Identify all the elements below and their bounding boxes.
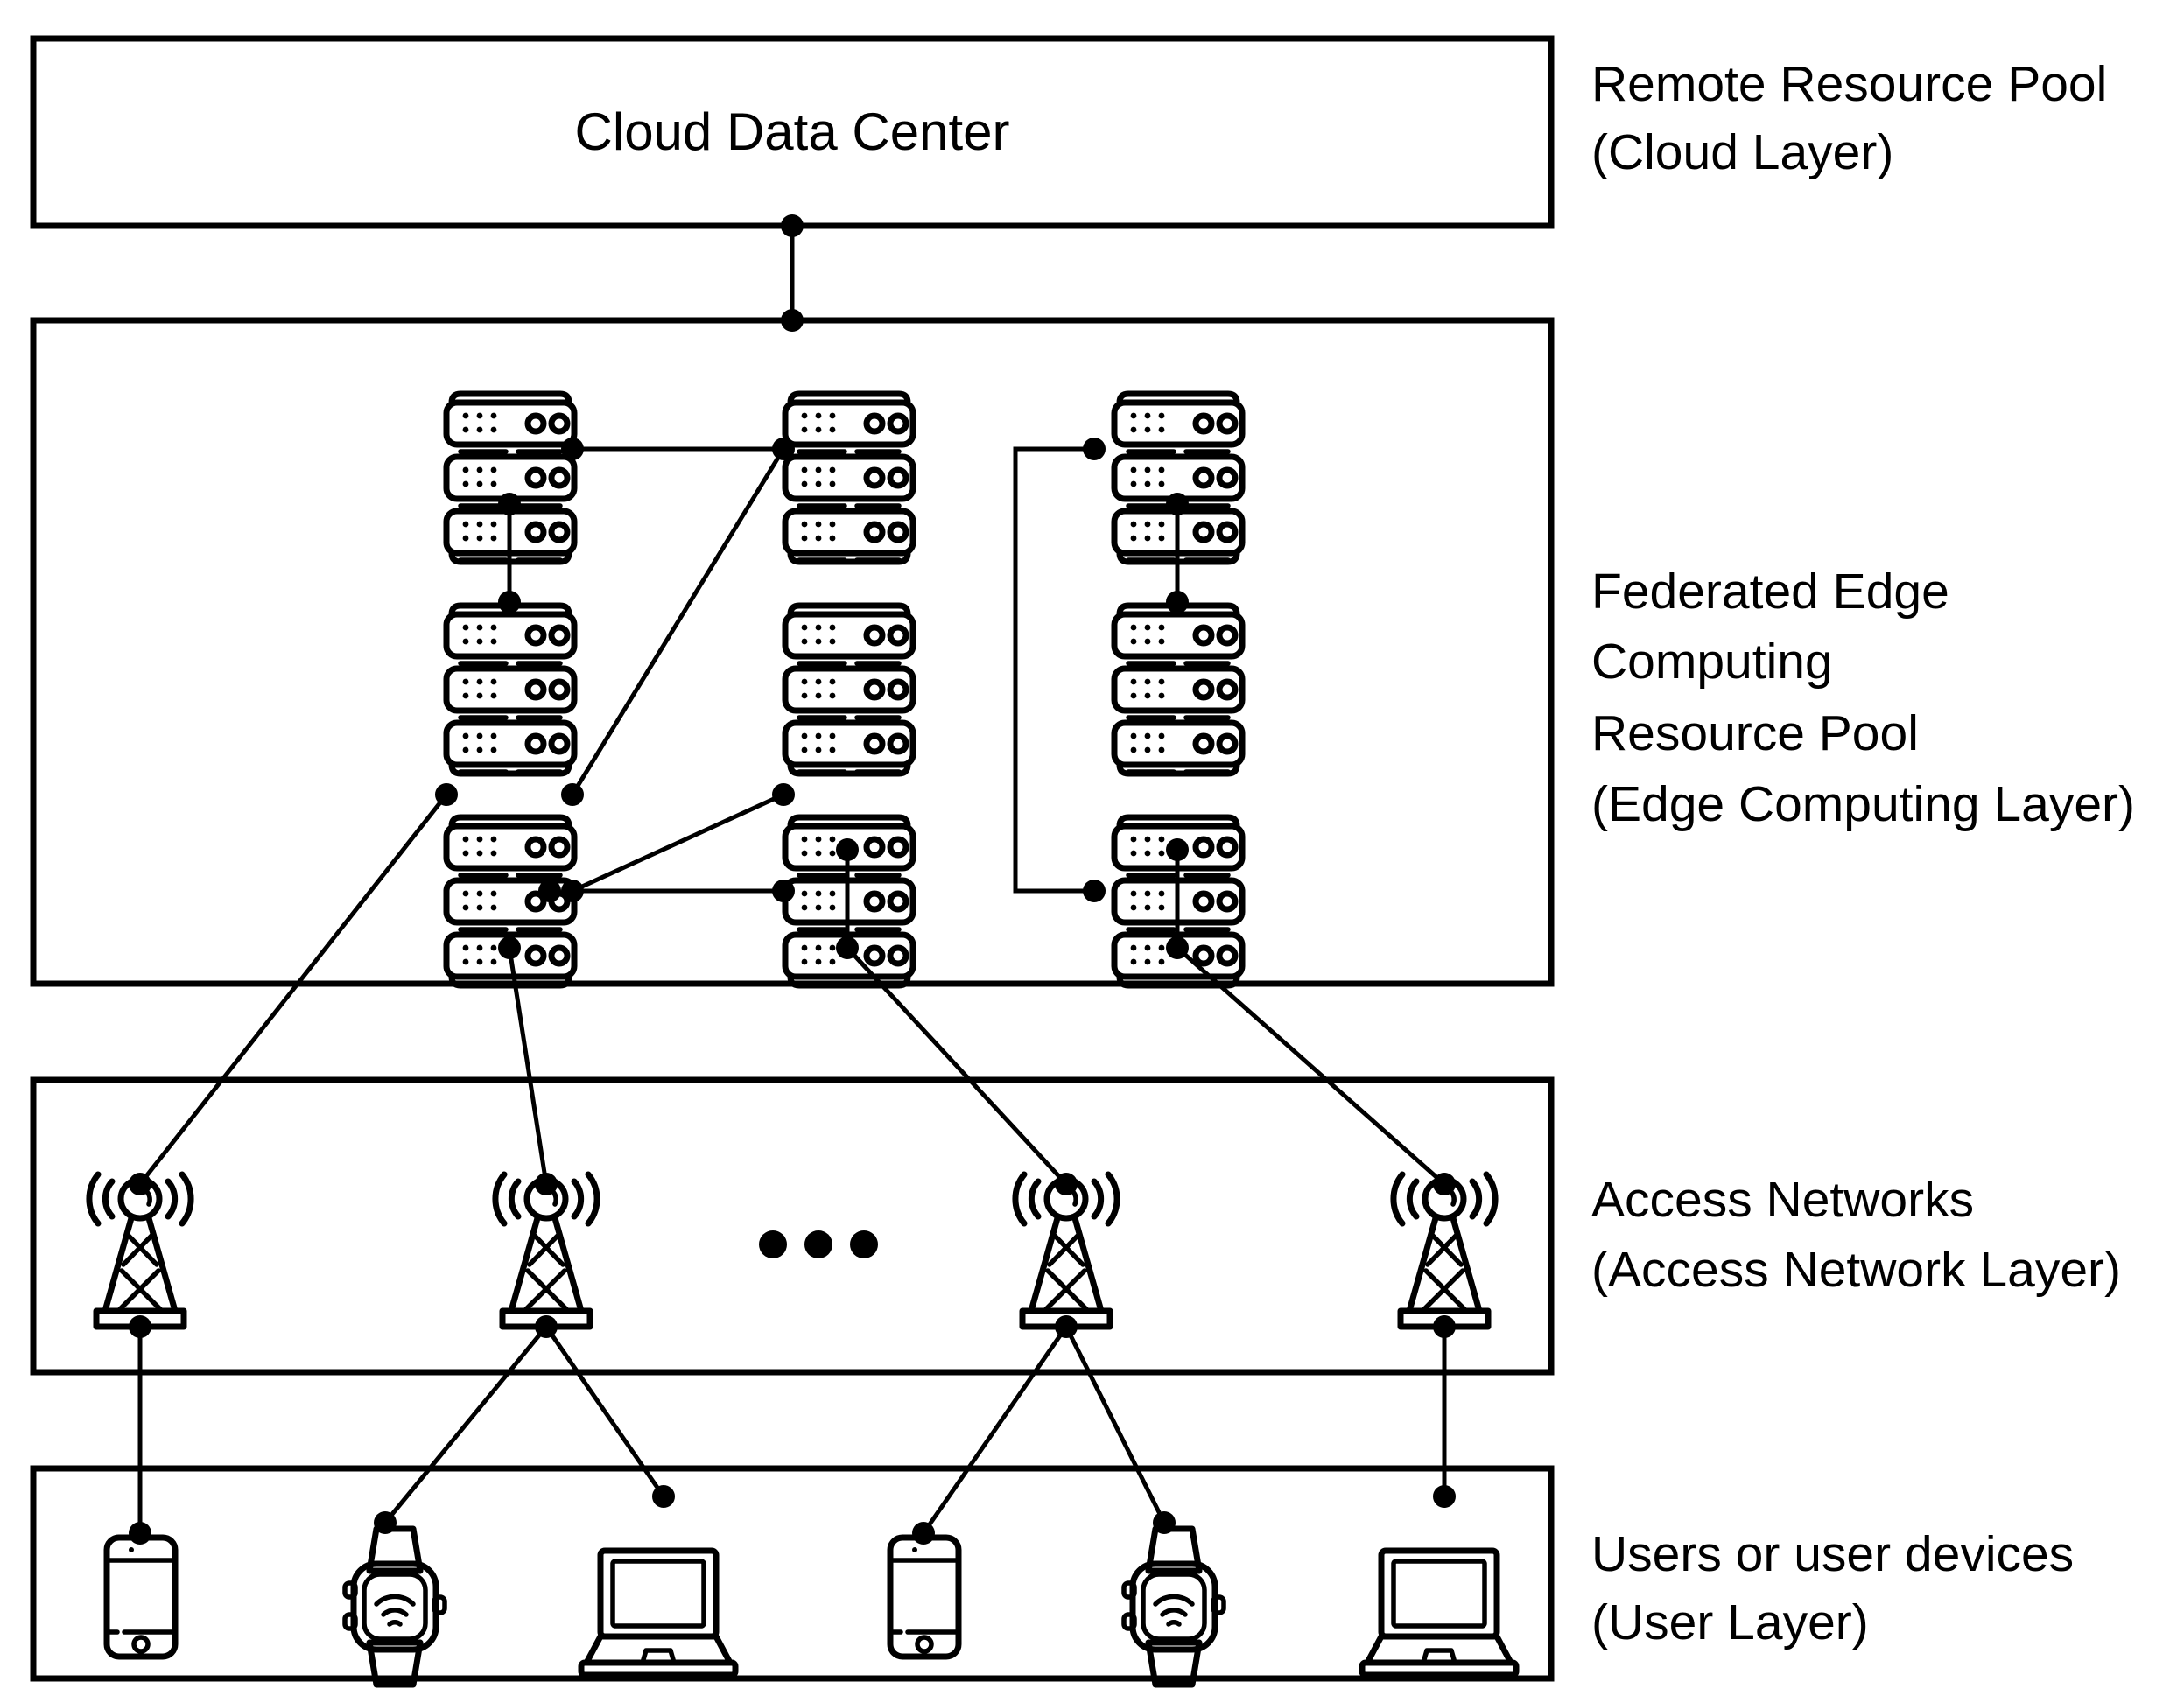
cloud-data-center-title: Cloud Data Center <box>575 102 1010 161</box>
edge-layer-label-line4: (Edge Computing Layer) <box>1591 776 2135 832</box>
architecture-canvas: Cloud Data Center Remote Resource Pool (… <box>30 35 2135 1703</box>
access-layer-box <box>30 1076 1555 1376</box>
access-ellipsis <box>759 1230 878 1258</box>
edge-layer-label-line1: Federated Edge <box>1591 564 1949 620</box>
edge-layer-label-line3: Resource Pool <box>1591 705 1919 761</box>
cloud-layer-label-line1: Remote Resource Pool <box>1591 56 2107 112</box>
access-layer-label-line2: (Access Network Layer) <box>1591 1242 2121 1298</box>
access-layer-label-line1: Access Networks <box>1591 1172 1974 1228</box>
edge-layer-label-line2: Computing <box>1591 634 1833 690</box>
cloud-layer-label-line2: (Cloud Layer) <box>1591 124 1893 180</box>
user-layer-box <box>30 1465 1555 1682</box>
user-layer-label-line2: (User Layer) <box>1591 1594 1869 1650</box>
layer-labels: Remote Resource Pool (Cloud Layer) Feder… <box>1591 56 2135 1650</box>
architecture-diagram: Cloud Data Center Remote Resource Pool (… <box>0 0 2184 1703</box>
user-layer-label-line1: Users or user devices <box>1591 1526 2074 1582</box>
